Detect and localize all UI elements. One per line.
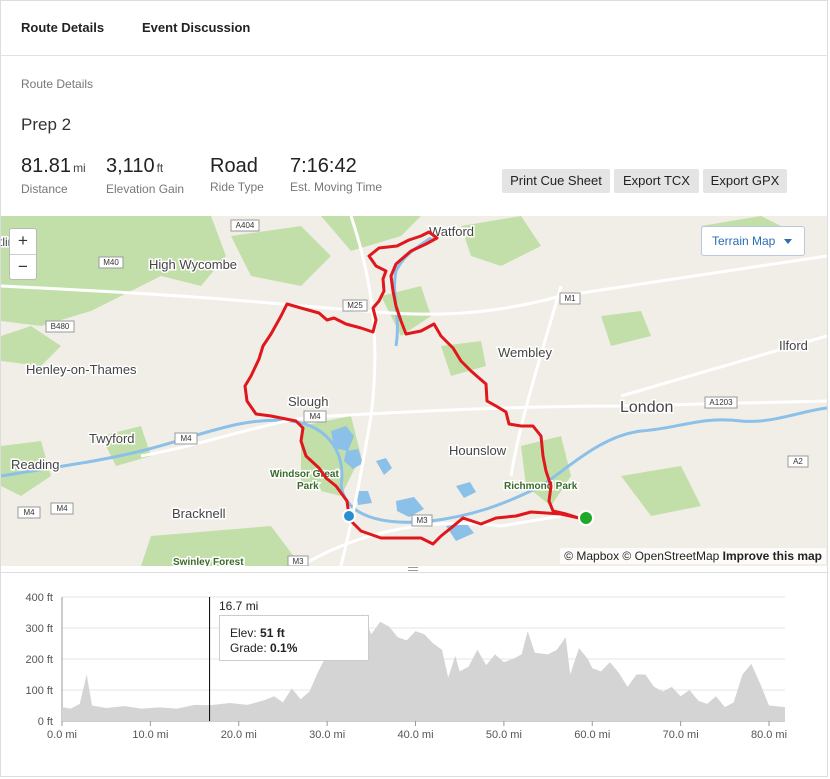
- stat-elevation-gain: 3,110 ft Elevation Gain: [106, 154, 184, 196]
- place-label: Wembley: [498, 345, 552, 360]
- map-layer-label: Terrain Map: [712, 234, 776, 248]
- route-map[interactable]: A404 M40 M25 M1 B480 M4 M4 A1203 M4 M4 A…: [1, 216, 827, 566]
- tab-event-discussion[interactable]: Event Discussion: [142, 20, 250, 35]
- route-start-marker[interactable]: [342, 509, 356, 523]
- elevation-profile[interactable]: 0 ft 100 ft 200 ft 300 ft 400 ft 0.0 mi 10.0 …: [0, 572, 828, 778]
- road-label: M4: [309, 412, 321, 421]
- stat-elevation-value: 3,110: [106, 155, 155, 177]
- stat-moving-time-value: 7:16:42: [290, 155, 357, 177]
- stat-ride-type-value: Road: [210, 155, 258, 177]
- elev-value: 51 ft: [260, 626, 285, 640]
- elev-label: Elev:: [230, 626, 257, 640]
- x-tick-label: 0.0 mi: [47, 729, 77, 741]
- x-tick-label: 40.0 mi: [397, 729, 433, 741]
- x-tick-label: 80.0 mi: [751, 729, 787, 741]
- route-end-marker[interactable]: [578, 510, 594, 526]
- place-label: Reading: [11, 457, 59, 472]
- print-cue-sheet-button[interactable]: Print Cue Sheet: [502, 169, 610, 193]
- stat-distance-label: Distance: [21, 182, 68, 196]
- y-tick-label: 400 ft: [25, 592, 53, 604]
- road-label: M40: [103, 258, 119, 267]
- x-tick-label: 30.0 mi: [309, 729, 345, 741]
- road-label: M1: [564, 294, 576, 303]
- zoom-control: + −: [9, 228, 37, 280]
- place-label: Richmond Park: [504, 481, 578, 492]
- x-tick-label: 10.0 mi: [132, 729, 168, 741]
- place-label: Hounslow: [449, 443, 507, 458]
- stat-elevation-label: Elevation Gain: [106, 182, 185, 196]
- y-tick-label: 300 ft: [25, 623, 53, 635]
- zoom-in-button[interactable]: +: [10, 229, 36, 254]
- stat-elevation-unit: ft: [156, 161, 164, 175]
- y-tick-label: 200 ft: [25, 654, 53, 666]
- road-label: A404: [236, 221, 255, 230]
- road-label: M4: [23, 508, 35, 517]
- map-attribution: © Mapbox © OpenStreetMap Improve this ma…: [560, 548, 826, 564]
- route-name: Prep 2: [21, 115, 72, 134]
- tab-bar: Route Details Event Discussion: [0, 0, 828, 56]
- stat-moving-time-label: Est. Moving Time: [290, 180, 383, 194]
- caret-down-icon: [784, 239, 792, 244]
- grade-label: Grade:: [230, 641, 267, 655]
- road-label: M25: [347, 301, 363, 310]
- grade-value: 0.1%: [270, 641, 298, 655]
- stat-distance-value: 81.81: [21, 155, 72, 177]
- place-label: Windsor Great: [270, 469, 339, 480]
- place-label: Twyford: [89, 431, 135, 446]
- place-label: Ilford: [779, 338, 808, 353]
- road-label: M4: [56, 504, 68, 513]
- tab-route-details[interactable]: Route Details: [21, 20, 104, 35]
- place-label: Henley-on-Thames: [26, 362, 137, 377]
- attribution-text: © Mapbox © OpenStreetMap: [564, 549, 720, 563]
- road-label: M3: [292, 557, 304, 566]
- x-tick-label: 70.0 mi: [663, 729, 699, 741]
- export-gpx-button[interactable]: Export GPX: [703, 169, 787, 193]
- place-label: Slough: [288, 394, 328, 409]
- x-tick-label: 20.0 mi: [221, 729, 257, 741]
- x-tick-label: 60.0 mi: [574, 729, 610, 741]
- y-tick-label: 0 ft: [38, 716, 53, 728]
- place-label: High Wycombe: [149, 257, 237, 272]
- elevation-chart[interactable]: 0 ft 100 ft 200 ft 300 ft 400 ft 0.0 mi 10.0 …: [0, 573, 828, 778]
- improve-map-link[interactable]: Improve this map: [723, 549, 822, 563]
- road-label: B480: [51, 322, 70, 331]
- road-label: A1203: [709, 398, 733, 407]
- y-tick-label: 100 ft: [25, 685, 53, 697]
- section-label: Route Details: [21, 77, 94, 91]
- road-label: M4: [180, 434, 192, 443]
- elevation-tooltip: Elev: 51 ft Grade: 0.1%: [219, 615, 369, 661]
- stat-distance: 81.81 mi Distance: [21, 154, 86, 196]
- place-label: Swinley Forest: [173, 557, 244, 566]
- map-layer-select[interactable]: Terrain Map: [701, 226, 805, 256]
- stat-distance-unit: mi: [73, 161, 86, 175]
- export-tcx-button[interactable]: Export TCX: [614, 169, 699, 193]
- place-label: Bracknell: [172, 506, 226, 521]
- stat-ride-type: Road Ride Type: [210, 154, 264, 194]
- elevation-area: [62, 614, 785, 721]
- place-label: London: [620, 399, 673, 416]
- stat-ride-type-label: Ride Type: [210, 180, 264, 194]
- x-tick-label: 50.0 mi: [486, 729, 522, 741]
- road-label: M3: [416, 516, 428, 525]
- cursor-distance-label: 16.7 mi: [219, 599, 259, 613]
- zoom-out-button[interactable]: −: [10, 254, 36, 280]
- place-label: Park: [297, 481, 319, 492]
- road-label: A2: [793, 457, 803, 466]
- stat-moving-time: 7:16:42 Est. Moving Time: [290, 154, 382, 194]
